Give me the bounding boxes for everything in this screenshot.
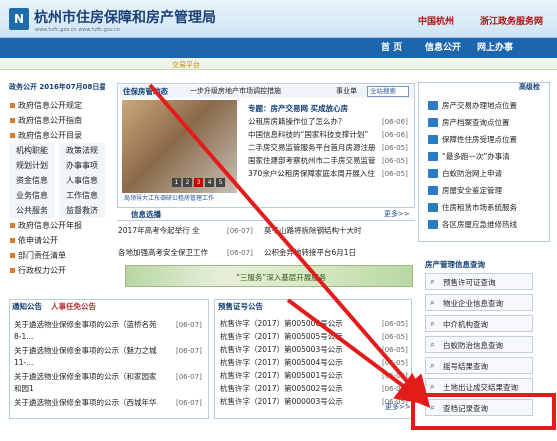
arrow-2 bbox=[286, 298, 429, 405]
annotation-arrows bbox=[148, 83, 431, 409]
arrow-1 bbox=[148, 83, 431, 409]
